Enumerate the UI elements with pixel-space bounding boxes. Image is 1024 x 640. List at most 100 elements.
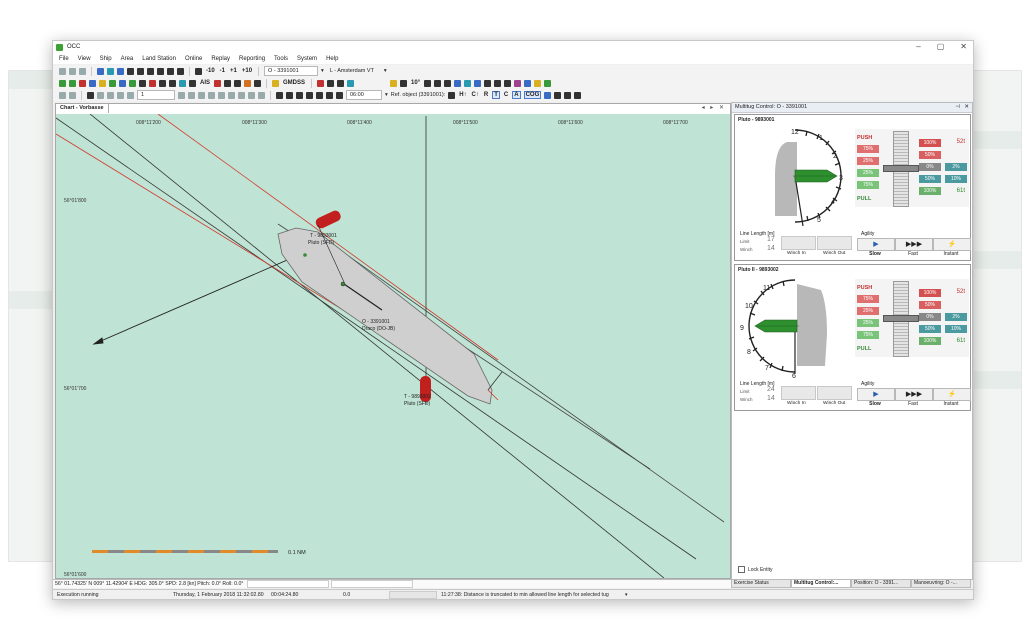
- lightning-icon[interactable]: [494, 79, 502, 87]
- chart-map[interactable]: 008°11'200 008°11'300 008°11'400 008°11'…: [56, 114, 730, 578]
- menu-system[interactable]: System: [297, 56, 317, 62]
- record-icon[interactable]: [137, 67, 144, 75]
- alarm-icon[interactable]: [79, 79, 86, 87]
- tug-clock-gauge[interactable]: 12 1 2 3 4 5: [737, 124, 853, 230]
- tools-icon[interactable]: [244, 79, 252, 87]
- push-75-button[interactable]: 75%: [857, 295, 879, 303]
- door-icon[interactable]: [224, 79, 232, 87]
- zoom-in-icon[interactable]: [276, 91, 283, 99]
- gmdss-button[interactable]: GMDSS: [282, 80, 306, 86]
- menu-replay[interactable]: Replay: [211, 56, 230, 62]
- target-icon[interactable]: [326, 91, 333, 99]
- time-minus-1-button[interactable]: -1: [219, 68, 226, 74]
- slow-button[interactable]: ▶: [857, 238, 895, 251]
- close-button[interactable]: ✕: [960, 42, 967, 51]
- tug-clock-gauge[interactable]: 11 10 9 8 7 6: [737, 274, 853, 380]
- arrow-up-icon[interactable]: [424, 79, 432, 87]
- tug-icon[interactable]: [109, 79, 116, 87]
- time-plus-1-button[interactable]: +1: [229, 68, 238, 74]
- gear-icon[interactable]: [534, 79, 542, 87]
- compass-icon[interactable]: [347, 79, 355, 87]
- cloud-icon[interactable]: [484, 79, 492, 87]
- network-icon[interactable]: [97, 67, 104, 75]
- crane-icon[interactable]: [159, 79, 166, 87]
- power-0-button[interactable]: 0%: [919, 313, 941, 321]
- lock-entity-toggle[interactable]: Lock Entity: [738, 566, 772, 573]
- wave-icon[interactable]: [454, 79, 462, 87]
- stop-icon[interactable]: [167, 67, 174, 75]
- settings-icon[interactable]: [400, 79, 408, 87]
- copy-icon[interactable]: [188, 91, 195, 99]
- buoy-icon[interactable]: [189, 79, 196, 87]
- pause-icon[interactable]: [157, 67, 164, 75]
- winch-out-button[interactable]: [817, 236, 852, 250]
- rain-icon[interactable]: [474, 79, 482, 87]
- time-select[interactable]: 06:00: [346, 90, 382, 100]
- pan-right-icon[interactable]: [306, 91, 313, 99]
- menu-view[interactable]: View: [78, 56, 91, 62]
- instant-button[interactable]: ⚡: [933, 238, 971, 251]
- menu-land-station[interactable]: Land Station: [142, 56, 176, 62]
- light-icon[interactable]: [169, 79, 176, 87]
- angle-icon[interactable]: [337, 79, 345, 87]
- lock-entity-checkbox[interactable]: [738, 566, 745, 573]
- fast-button[interactable]: ▶▶▶: [895, 388, 933, 401]
- pen-icon[interactable]: [544, 91, 552, 99]
- waypoint-icon[interactable]: [228, 91, 235, 99]
- mode-cog-button[interactable]: COG: [523, 91, 542, 99]
- own-ship-select[interactable]: O - 3391001: [264, 66, 319, 76]
- measure-icon[interactable]: [327, 79, 335, 87]
- route-icon[interactable]: [218, 91, 225, 99]
- menu-file[interactable]: File: [59, 56, 69, 62]
- sea-icon[interactable]: [129, 79, 136, 87]
- chart-icon[interactable]: [238, 91, 245, 99]
- moon-icon[interactable]: [390, 79, 398, 87]
- menu-area[interactable]: Area: [121, 56, 134, 62]
- instant-button[interactable]: ⚡: [933, 388, 971, 401]
- fast-button[interactable]: ▶▶▶: [895, 238, 933, 251]
- cursor-icon[interactable]: [87, 91, 94, 99]
- ten-degree-button[interactable]: 10°: [410, 80, 421, 86]
- play-icon[interactable]: [147, 67, 154, 75]
- tab-multitug-control[interactable]: Multitug Control:...: [791, 579, 851, 588]
- pull-75-button[interactable]: 75%: [857, 181, 879, 189]
- chevron-down-icon[interactable]: ▾: [384, 68, 387, 74]
- pin-icon[interactable]: ⊣: [955, 103, 960, 112]
- power-0-button[interactable]: 0%: [919, 163, 941, 171]
- hd-icon[interactable]: [524, 79, 532, 87]
- layer-icon[interactable]: [59, 91, 66, 99]
- menu-reporting[interactable]: Reporting: [239, 56, 265, 62]
- anchor-icon[interactable]: [139, 79, 146, 87]
- arrow-right-icon[interactable]: [444, 79, 452, 87]
- chevron-down-icon[interactable]: ▾: [625, 592, 628, 598]
- gmdss-icon[interactable]: [272, 79, 280, 87]
- tab-manoeuvring[interactable]: Manoeuvring: O -...: [911, 579, 971, 588]
- right-value-button[interactable]: 10%: [945, 175, 967, 183]
- vessel-green-icon[interactable]: [59, 79, 66, 87]
- align-icon[interactable]: [127, 67, 134, 75]
- mode-r-button[interactable]: R: [483, 92, 489, 98]
- lock-icon[interactable]: [208, 91, 215, 99]
- list-icon[interactable]: [554, 91, 562, 99]
- power-50-pull-button[interactable]: 50%: [919, 175, 941, 183]
- clock-icon[interactable]: [336, 91, 343, 99]
- warning-icon[interactable]: [99, 79, 106, 87]
- power-100-push-button[interactable]: 100%: [919, 139, 941, 147]
- fog-icon[interactable]: [504, 79, 512, 87]
- step-icon[interactable]: [177, 67, 184, 75]
- rectangle-icon[interactable]: [107, 91, 114, 99]
- pull-75-button[interactable]: 75%: [857, 331, 879, 339]
- power-50-push-button[interactable]: 50%: [919, 301, 941, 309]
- current-icon[interactable]: [464, 79, 472, 87]
- route-select[interactable]: L - Amsterdam VT: [327, 67, 381, 75]
- winch-in-button[interactable]: [781, 386, 816, 400]
- tab-position[interactable]: Position: O - 3391...: [851, 579, 911, 588]
- text-icon[interactable]: [97, 91, 104, 99]
- pull-25-button[interactable]: 25%: [857, 169, 879, 177]
- menu-online[interactable]: Online: [185, 56, 202, 62]
- step-select[interactable]: 1: [137, 90, 175, 100]
- menu-tools[interactable]: Tools: [274, 56, 288, 62]
- ais-button[interactable]: AIS: [199, 80, 211, 86]
- power-50-pull-button[interactable]: 50%: [919, 325, 941, 333]
- maximize-button[interactable]: ▢: [937, 42, 945, 51]
